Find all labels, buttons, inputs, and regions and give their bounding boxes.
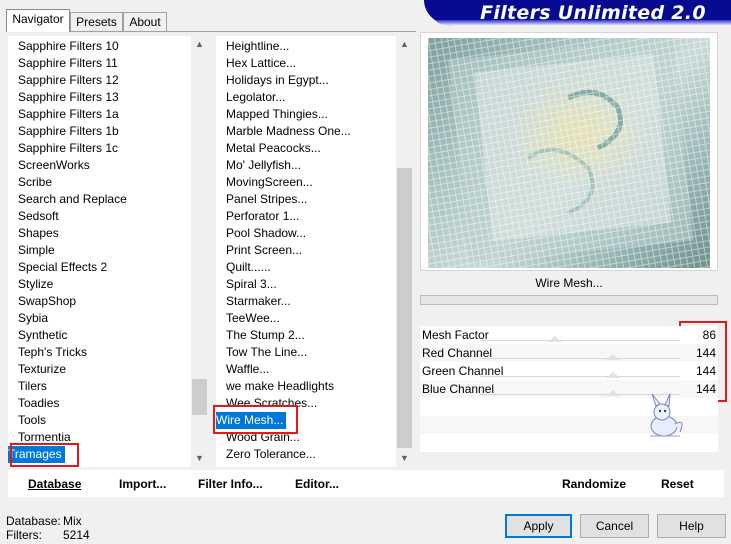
- filter-item[interactable]: Panel Stripes...: [226, 191, 307, 208]
- category-item[interactable]: Special Effects 2: [18, 259, 107, 276]
- category-item[interactable]: Sybia: [18, 310, 48, 327]
- filter-item[interactable]: Heightline...: [226, 38, 289, 55]
- filter-item[interactable]: TeeWee...: [226, 310, 280, 327]
- filter-item[interactable]: Pool Shadow...: [226, 225, 306, 242]
- slider-track[interactable]: [480, 340, 680, 341]
- category-item[interactable]: Sapphire Filters 12: [18, 72, 119, 89]
- param-label: Mesh Factor: [422, 328, 489, 342]
- cancel-button[interactable]: Cancel: [580, 514, 649, 538]
- tab-about[interactable]: About: [123, 12, 167, 31]
- filter-item[interactable]: Metal Peacocks...: [226, 140, 321, 157]
- category-item[interactable]: Toadies: [18, 395, 59, 412]
- category-item[interactable]: Texturize: [18, 361, 66, 378]
- filter-scroll-thumb[interactable]: [397, 168, 412, 448]
- slider-thumb[interactable]: [605, 354, 620, 360]
- database-value: Mix: [63, 514, 82, 528]
- tab-navigator[interactable]: Navigator: [6, 9, 70, 32]
- scroll-down-icon[interactable]: ▼: [396, 450, 413, 467]
- scroll-down-icon[interactable]: ▼: [191, 450, 208, 467]
- filter-item[interactable]: Perforator 1...: [226, 208, 299, 225]
- category-item[interactable]: Teph's Tricks: [18, 344, 87, 361]
- category-item[interactable]: Stylize: [18, 276, 53, 293]
- wire-mesh-preview: [428, 38, 710, 268]
- category-item[interactable]: Shapes: [18, 225, 59, 242]
- mascot-logo: [640, 392, 688, 440]
- slider-thumb[interactable]: [605, 390, 620, 396]
- filter-item[interactable]: Zero Tolerance...: [226, 446, 316, 463]
- param-label: Red Channel: [422, 346, 493, 360]
- category-item[interactable]: Sapphire Filters 11: [18, 55, 118, 72]
- filters-label: Filters:: [6, 528, 42, 542]
- apply-button[interactable]: Apply: [505, 514, 572, 538]
- database-button[interactable]: Database: [28, 477, 81, 491]
- filter-info-button[interactable]: Filter Info...: [198, 477, 263, 491]
- slider-thumb[interactable]: [548, 336, 563, 342]
- category-item[interactable]: Synthetic: [18, 327, 67, 344]
- param-value[interactable]: 86: [680, 328, 716, 342]
- category-item[interactable]: ScreenWorks: [18, 157, 90, 174]
- filter-item[interactable]: Holidays in Egypt...: [226, 72, 329, 89]
- param-label: Blue Channel: [422, 382, 495, 396]
- category-item[interactable]: Scribe: [18, 174, 52, 191]
- help-button[interactable]: Help: [657, 514, 726, 538]
- filter-item[interactable]: Hex Lattice...: [226, 55, 296, 72]
- filter-item[interactable]: Starmaker...: [226, 293, 291, 310]
- filter-item[interactable]: Legolator...: [226, 89, 285, 106]
- slider-track[interactable]: [480, 376, 680, 377]
- filters-count: 5214: [63, 528, 90, 542]
- category-scrollbar[interactable]: ▲ ▼: [191, 36, 208, 467]
- category-scroll-thumb[interactable]: [192, 379, 207, 415]
- filter-item[interactable]: The Stump 2...: [226, 327, 305, 344]
- filter-item[interactable]: we make Headlights: [226, 378, 334, 395]
- filter-item[interactable]: Print Screen...: [226, 242, 302, 259]
- progress-bar: [420, 295, 718, 305]
- filter-item[interactable]: Marble Madness One...: [226, 123, 351, 140]
- filter-item[interactable]: MovingScreen...: [226, 174, 313, 191]
- scroll-up-icon[interactable]: ▲: [396, 36, 413, 53]
- filter-item[interactable]: Mo' Jellyfish...: [226, 157, 301, 174]
- preview-title: Wire Mesh...: [535, 276, 603, 290]
- category-item[interactable]: Sapphire Filters 1a: [18, 106, 119, 123]
- param-value[interactable]: 144: [680, 364, 716, 378]
- category-item[interactable]: Tilers: [18, 378, 47, 395]
- category-item[interactable]: SwapShop: [18, 293, 76, 310]
- tab-presets[interactable]: Presets: [70, 12, 123, 31]
- database-label: Database:: [6, 514, 61, 528]
- slider-thumb[interactable]: [605, 372, 620, 378]
- category-item[interactable]: Sapphire Filters 1b: [18, 123, 119, 140]
- filter-item[interactable]: Waffle...: [226, 361, 269, 378]
- randomize-button[interactable]: Randomize: [562, 477, 626, 491]
- filter-item[interactable]: Tow The Line...: [226, 344, 307, 361]
- category-item[interactable]: Sapphire Filters 1c: [18, 140, 118, 157]
- param-value[interactable]: 144: [680, 346, 716, 360]
- filter-item[interactable]: Spiral 3...: [226, 276, 277, 293]
- banner-title: Filters Unlimited 2.0: [480, 2, 706, 24]
- filter-scrollbar[interactable]: ▲ ▼: [396, 36, 413, 467]
- slider-track[interactable]: [480, 358, 680, 359]
- filter-list[interactable]: Heightline... Hex Lattice... Holidays in E…: [216, 36, 396, 467]
- scroll-up-icon[interactable]: ▲: [191, 36, 208, 53]
- category-list[interactable]: Sapphire Filters 10 Sapphire Filters 11 Sa…: [8, 36, 191, 467]
- reset-button[interactable]: Reset: [661, 477, 694, 491]
- param-label: Green Channel: [422, 364, 504, 378]
- filter-item[interactable]: Mapped Thingies...: [226, 106, 328, 123]
- category-item[interactable]: Simple: [18, 242, 55, 259]
- category-item[interactable]: Sedsoft: [18, 208, 59, 225]
- preview-image[interactable]: [428, 38, 710, 268]
- filter-item[interactable]: Quilt......: [226, 259, 271, 276]
- editor-button[interactable]: Editor...: [295, 477, 339, 491]
- filter-highlight-box: [213, 405, 298, 434]
- import-button[interactable]: Import...: [119, 477, 166, 491]
- category-item[interactable]: Sapphire Filters 13: [18, 89, 119, 106]
- category-item[interactable]: Tools: [18, 412, 46, 429]
- category-item[interactable]: Search and Replace: [18, 191, 127, 208]
- category-item[interactable]: Sapphire Filters 10: [18, 38, 119, 55]
- category-highlight-box: [10, 443, 79, 467]
